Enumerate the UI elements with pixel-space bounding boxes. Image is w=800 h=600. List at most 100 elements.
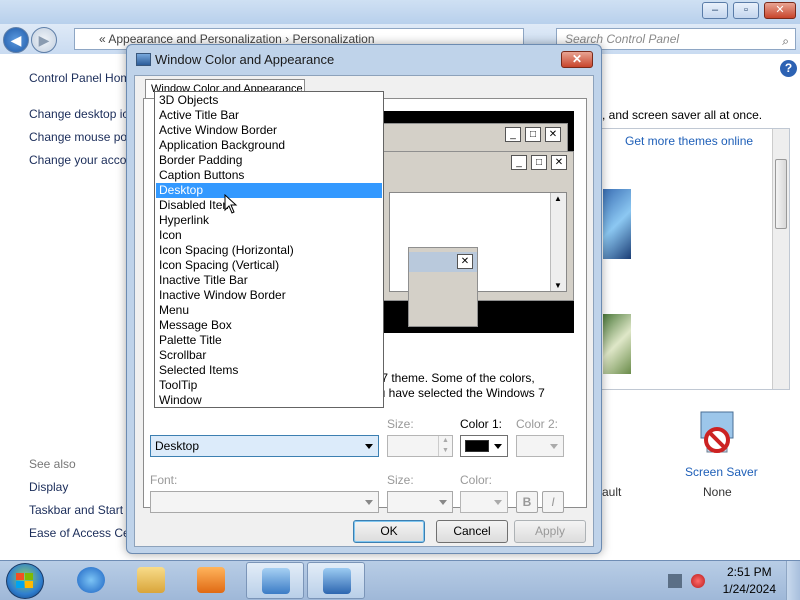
dropdown-option[interactable]: ToolTip — [156, 378, 382, 393]
item-combobox-value: Desktop — [155, 439, 200, 453]
chevron-down-icon — [439, 500, 447, 505]
folder-icon — [137, 567, 165, 593]
ok-button[interactable]: OK — [353, 520, 425, 543]
dropdown-option[interactable]: Palette Title — [156, 333, 382, 348]
taskbar-internet-explorer[interactable] — [62, 562, 120, 599]
dropdown-option[interactable]: Hyperlink — [156, 213, 382, 228]
minimize-button[interactable]: – — [702, 2, 728, 19]
back-button[interactable]: ◀ — [3, 27, 29, 53]
preview-scrollbar: ▲ ▼ — [550, 193, 566, 291]
dropdown-option[interactable]: Caption Buttons — [156, 168, 382, 183]
explorer-titlebar: – ▫ ✕ — [0, 0, 800, 24]
network-icon[interactable] — [668, 574, 682, 588]
dropdown-option[interactable]: Message Box — [156, 318, 382, 333]
dropdown-option[interactable]: Active Title Bar — [156, 108, 382, 123]
screen-saver-link[interactable]: Screen Saver — [685, 465, 758, 479]
preview-close-icon: ✕ — [551, 155, 567, 170]
color1-label: Color 1: — [460, 417, 503, 431]
dropdown-option[interactable]: 3D Objects — [156, 93, 382, 108]
forward-arrow-icon: ▶ — [38, 32, 50, 48]
dropdown-option-selected[interactable]: Desktop — [156, 183, 382, 198]
dropdown-option[interactable]: Icon — [156, 228, 382, 243]
back-arrow-icon: ◀ — [10, 32, 22, 48]
display-link[interactable]: Display — [29, 480, 68, 494]
chevron-down-icon — [365, 500, 373, 505]
chevron-down-icon — [550, 444, 558, 449]
dropdown-option[interactable]: Menu — [156, 303, 382, 318]
color2-picker[interactable] — [516, 435, 564, 457]
screen-saver-value: None — [703, 485, 732, 499]
volume-muted-icon[interactable] — [691, 574, 705, 588]
help-icon[interactable]: ? — [780, 60, 797, 77]
font-label: Font: — [150, 473, 178, 487]
dropdown-option[interactable]: Border Padding — [156, 153, 382, 168]
maximize-button[interactable]: ▫ — [733, 2, 759, 19]
spin-up-icon[interactable]: ▲ — [438, 436, 452, 446]
dropdown-option[interactable]: Inactive Title Bar — [156, 273, 382, 288]
control-panel-icon — [262, 568, 290, 594]
color2-label: Color 2: — [516, 417, 559, 431]
font-color-label: Color: — [460, 473, 493, 487]
cancel-button[interactable]: Cancel — [436, 520, 508, 543]
show-desktop-button[interactable] — [786, 561, 800, 600]
dropdown-option[interactable]: Selected Items — [156, 363, 382, 378]
start-button[interactable] — [6, 563, 44, 599]
dropdown-option[interactable]: Icon Spacing (Horizontal) — [156, 243, 382, 258]
screen-saver-icon[interactable] — [697, 410, 739, 460]
preview-close-icon: ✕ — [545, 127, 561, 142]
preview-minimize-icon: _ — [505, 127, 521, 142]
dropdown-option[interactable]: Icon Spacing (Vertical) — [156, 258, 382, 273]
item-dropdown-list[interactable]: 3D Objects Active Title Bar Active Windo… — [154, 91, 384, 408]
color1-picker[interactable] — [460, 435, 508, 457]
dropdown-option[interactable]: Scrollbar — [156, 348, 382, 363]
dialog-close-button[interactable]: ✕ — [561, 51, 593, 68]
dropdown-option[interactable]: Application Background — [156, 138, 382, 153]
preview-message-box: ✕ — [408, 247, 478, 327]
mouse-pointer-icon — [224, 193, 238, 217]
bold-button[interactable]: B — [516, 491, 538, 513]
italic-button[interactable]: I — [542, 491, 564, 513]
dialog-title: Window Color and Appearance — [155, 52, 335, 67]
preview-minimize-icon: _ — [511, 155, 527, 170]
theme-thumbnail[interactable] — [603, 189, 631, 259]
item-combobox[interactable]: Desktop — [150, 435, 379, 457]
media-player-icon — [197, 567, 225, 593]
forward-button[interactable]: ▶ — [31, 27, 57, 53]
sounds-value-fragment: ault — [602, 485, 622, 499]
control-panel-home-link[interactable]: Control Panel Home — [29, 71, 137, 85]
size-label: Size: — [387, 417, 414, 431]
spin-down-icon[interactable]: ▼ — [438, 446, 452, 456]
dropdown-option[interactable]: Disabled Item — [156, 198, 382, 213]
themes-scrollbar[interactable] — [772, 129, 789, 389]
taskbar-control-panel[interactable] — [246, 562, 304, 599]
get-more-themes-link[interactable]: Get more themes online — [625, 134, 753, 148]
apply-button[interactable]: Apply — [514, 520, 586, 543]
info-text-line-1: s 7 theme. Some of the colors, — [372, 371, 535, 385]
font-color-picker[interactable] — [460, 491, 508, 513]
chevron-down-icon — [365, 444, 373, 449]
close-button[interactable]: ✕ — [764, 2, 796, 19]
preview-scroll-up-icon: ▲ — [554, 194, 562, 203]
preview-scroll-down-icon: ▼ — [554, 281, 562, 290]
windows-logo-icon — [16, 573, 33, 588]
taskbar-window-color[interactable] — [307, 562, 365, 599]
theme-thumbnails — [603, 189, 633, 389]
scrollbar-thumb[interactable] — [775, 159, 787, 229]
internet-explorer-icon — [77, 567, 105, 593]
font-combobox[interactable] — [150, 491, 379, 513]
preview-close-icon: ✕ — [457, 254, 473, 269]
theme-thumbnail[interactable] — [603, 314, 631, 374]
font-size-combobox[interactable] — [387, 491, 453, 513]
search-icon[interactable]: ⌕ — [782, 31, 789, 51]
dropdown-option[interactable]: Window — [156, 393, 382, 408]
dropdown-option[interactable]: Active Window Border — [156, 123, 382, 138]
system-clock[interactable]: 2:51 PM 1/24/2024 — [723, 564, 776, 598]
themes-list[interactable]: Get more themes online — [600, 128, 790, 390]
taskbar-media-player[interactable] — [182, 562, 240, 599]
taskbar-file-explorer[interactable] — [122, 562, 180, 599]
clock-date: 1/24/2024 — [722, 582, 776, 596]
dialog-app-icon — [136, 53, 151, 66]
font-size-label: Size: — [387, 473, 414, 487]
item-size-spinner[interactable]: ▲ ▼ — [387, 435, 453, 457]
dropdown-option[interactable]: Inactive Window Border — [156, 288, 382, 303]
